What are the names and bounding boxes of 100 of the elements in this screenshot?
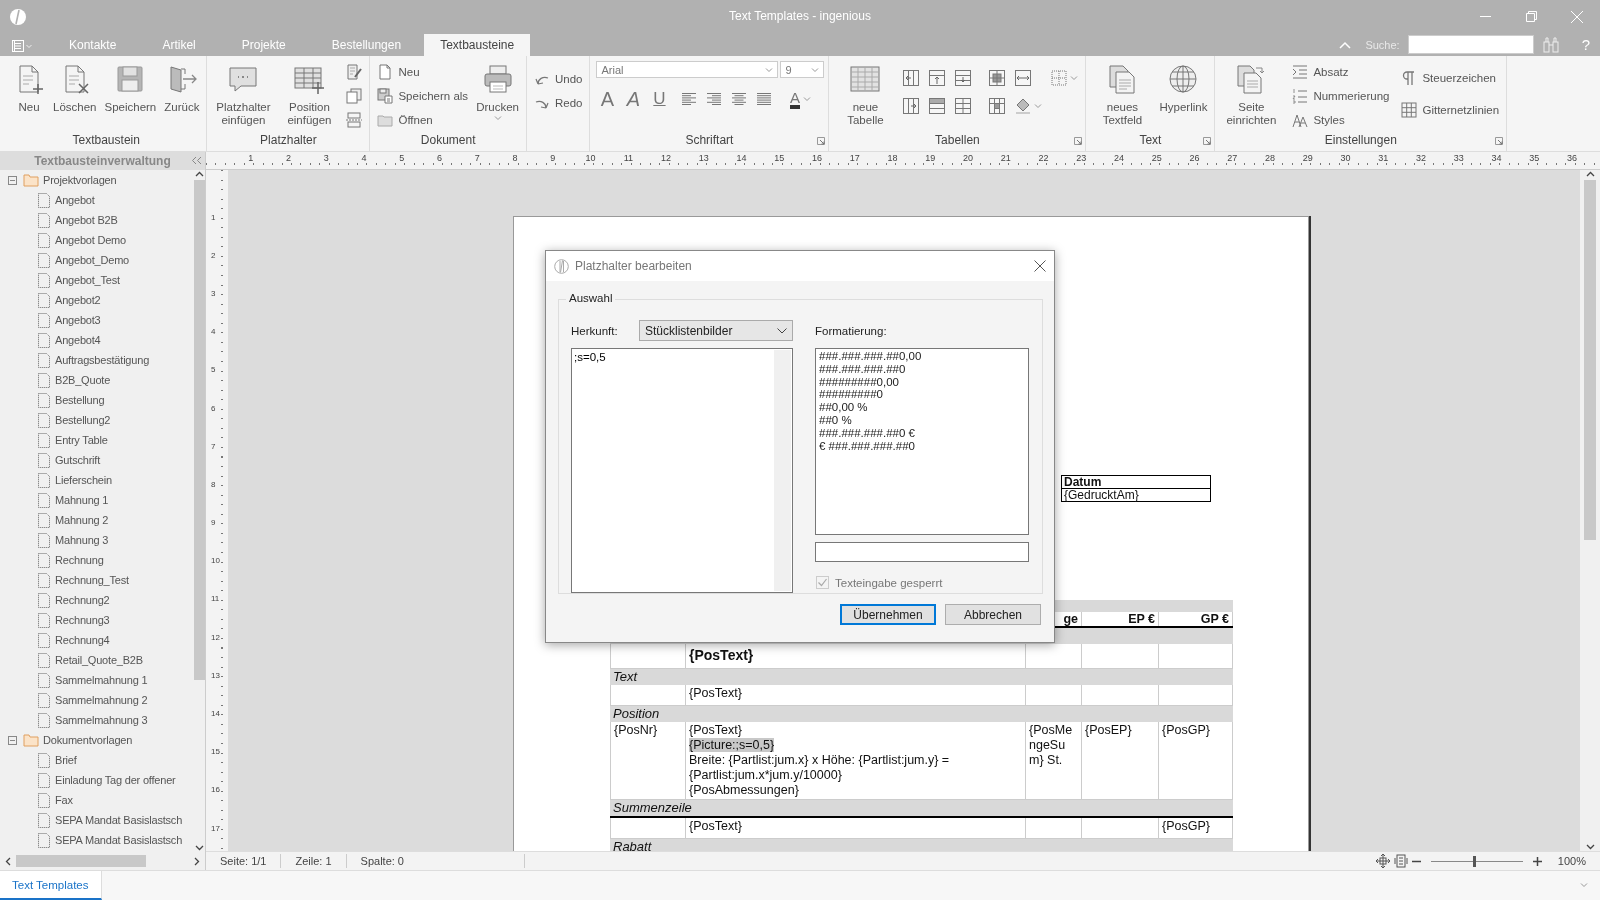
ruler-number: 12 [661, 153, 672, 163]
tree-item[interactable]: Rechnung [55, 554, 104, 566]
ribbon-button[interactable]: Absatz [1289, 61, 1393, 83]
tree-item[interactable]: Fax [55, 794, 73, 806]
format-list[interactable]: ###.###.###.##0,00 ###.###.###.##0 #########0,00 #########0 ##0,00 % ##0 % ###.###.###.##0 € € ###.###.###.##0 [815, 348, 1029, 535]
ruler-number: 30 [1340, 153, 1351, 163]
ribbon-button[interactable]: Neu [374, 61, 472, 83]
ribbon-button[interactable]: Undo [530, 68, 586, 90]
tree-item[interactable]: Mahnung 3 [55, 534, 109, 546]
source-dropdown[interactable]: Stücklistenbilder [639, 320, 793, 341]
list-item[interactable]: ###.###.###.##0 € [819, 426, 915, 439]
ribbon-button[interactable]: Speichern [101, 61, 160, 116]
tree-item[interactable]: Lieferschein [55, 474, 112, 486]
list-item[interactable]: ###.###.###.##0 [819, 362, 906, 375]
collapse-panel-button[interactable] [191, 156, 202, 165]
tree-item[interactable]: Bestellung2 [55, 414, 111, 426]
ribbon-button[interactable]: Steuerzeichen [1398, 67, 1503, 89]
ribbon-button[interactable]: neues Textfeld [1090, 61, 1155, 129]
tree-item[interactable]: Gutschrift [55, 454, 101, 466]
ribbon-button[interactable]: Position einfügen [277, 61, 342, 129]
tree-item[interactable]: Mahnung 1 [55, 494, 109, 506]
tree-item[interactable]: Rechnung3 [55, 614, 110, 626]
format-field[interactable] [815, 542, 1029, 562]
ribbon-button[interactable]: Hyperlink [1156, 61, 1211, 116]
document-tab[interactable]: Text Templates [0, 871, 102, 900]
list-item[interactable]: #########0,00 [819, 375, 899, 388]
tree-item[interactable]: Angebot_Demo [55, 254, 130, 266]
menu-tab[interactable]: Textbausteine [424, 34, 531, 56]
ribbon-button[interactable]: Speichern als [374, 85, 472, 107]
list-item[interactable]: ###.###.###.##0,00 [819, 350, 922, 362]
font-color-button[interactable]: A [783, 86, 818, 112]
ruler-number: 6 [437, 153, 443, 163]
tree-item[interactable]: Angebot B2B [55, 214, 118, 226]
collapse-ribbon-button[interactable] [1339, 40, 1352, 49]
tree-item[interactable]: Rechnung2 [55, 594, 110, 606]
copy-icon [346, 88, 363, 104]
collapse-toggle[interactable] [8, 175, 17, 185]
ribbon-button[interactable]: neue Tabelle [833, 61, 898, 129]
search-field[interactable] [1407, 35, 1534, 54]
tree-item[interactable]: Angebot3 [55, 314, 101, 326]
scrollbar[interactable] [193, 170, 205, 852]
tree-item[interactable]: B2B_Quote [55, 374, 111, 386]
tree-item[interactable]: SEPA Mandat Basislastsch [55, 834, 183, 846]
text-style-button[interactable]: U [648, 86, 671, 112]
ribbon-button[interactable]: Nummerierung [1289, 85, 1393, 107]
tree-item[interactable]: Einladung Tag der offener [55, 774, 176, 786]
ribbon-button[interactable]: Platzhalter einfügen [211, 61, 276, 129]
tree-item[interactable]: Projektvorlagen [43, 174, 117, 186]
ribbon-button[interactable]: Redo [530, 92, 586, 114]
ribbon-button[interactable]: Neu [10, 61, 48, 116]
tree-item[interactable]: Angebot4 [55, 334, 101, 346]
tree-item[interactable]: Sammelmahnung 2 [55, 694, 148, 706]
expression-field[interactable]: ;s=0,5 [571, 348, 793, 593]
ruler-number: 26 [1189, 153, 1200, 163]
slider-thumb[interactable] [1473, 855, 1477, 867]
tree-item[interactable]: Bestellung [55, 394, 105, 406]
dialog-button[interactable]: Übernehmen [840, 604, 936, 625]
list-item[interactable]: ##0 % [819, 414, 852, 426]
tree-item[interactable]: Angebot2 [55, 294, 101, 306]
tree-item[interactable]: Retail_Quote_B2B [55, 654, 143, 666]
list-item[interactable]: ##0,00 % [819, 401, 868, 414]
close-button[interactable] [1034, 260, 1046, 272]
ribbon-button[interactable]: Löschen [50, 61, 100, 116]
collapse-toggle[interactable] [8, 735, 17, 745]
ruler-number: 3 [211, 288, 216, 298]
tree-item[interactable]: Auftragsbestätigung [55, 354, 150, 366]
tree-item[interactable]: Dokumentvorlagen [43, 734, 133, 746]
tree-item[interactable]: Sammelmahnung 3 [55, 714, 148, 726]
dialog-button[interactable]: Abbrechen [945, 604, 1041, 625]
ribbon-button[interactable]: Gitternetzlinien [1398, 99, 1503, 121]
document-icon [38, 332, 50, 348]
tree-item[interactable]: Angebot Demo [55, 234, 126, 246]
text-style-button[interactable]: A [622, 86, 645, 112]
tree-item[interactable]: Mahnung 2 [55, 514, 109, 526]
zoom-reading: 100% [1557, 855, 1586, 867]
list-item[interactable]: € ###.###.###.##0 [819, 439, 915, 452]
tree-item[interactable]: Angebot [55, 194, 95, 206]
tree-item[interactable]: Angebot_Test [55, 274, 120, 286]
chevron-down-icon [777, 327, 787, 334]
ribbon-button[interactable]: Drucken [473, 61, 522, 124]
field-label: Formatierung: [815, 324, 887, 337]
plus-icon [1532, 856, 1542, 866]
ribbon-button[interactable]: Styles [1289, 109, 1393, 131]
tree-item[interactable]: Brief [55, 754, 77, 766]
font-family-field[interactable]: Arial [596, 61, 779, 78]
align-right-icon [706, 91, 723, 107]
tree-item[interactable]: Rechnung4 [55, 634, 110, 646]
ruler-number: 28 [1265, 153, 1276, 163]
tree-item[interactable]: Entry Table [55, 434, 108, 446]
text-style-button[interactable]: A [596, 86, 619, 112]
zoom-in-button[interactable] [1532, 856, 1542, 866]
ribbon-button[interactable]: Seite einrichten [1219, 61, 1284, 129]
tree-item[interactable]: Sammelmahnung 1 [55, 674, 148, 686]
font-size-field[interactable]: 9 [780, 61, 825, 78]
minus-box-icon [8, 175, 17, 185]
tree-item[interactable]: Rechnung_Test [55, 574, 129, 586]
tree-item[interactable]: SEPA Mandat Basislastsch [55, 814, 183, 826]
ribbon-button[interactable]: Öffnen [374, 109, 472, 131]
list-item[interactable]: #########0 [819, 388, 883, 401]
ribbon-button[interactable]: Zurück [161, 61, 203, 116]
